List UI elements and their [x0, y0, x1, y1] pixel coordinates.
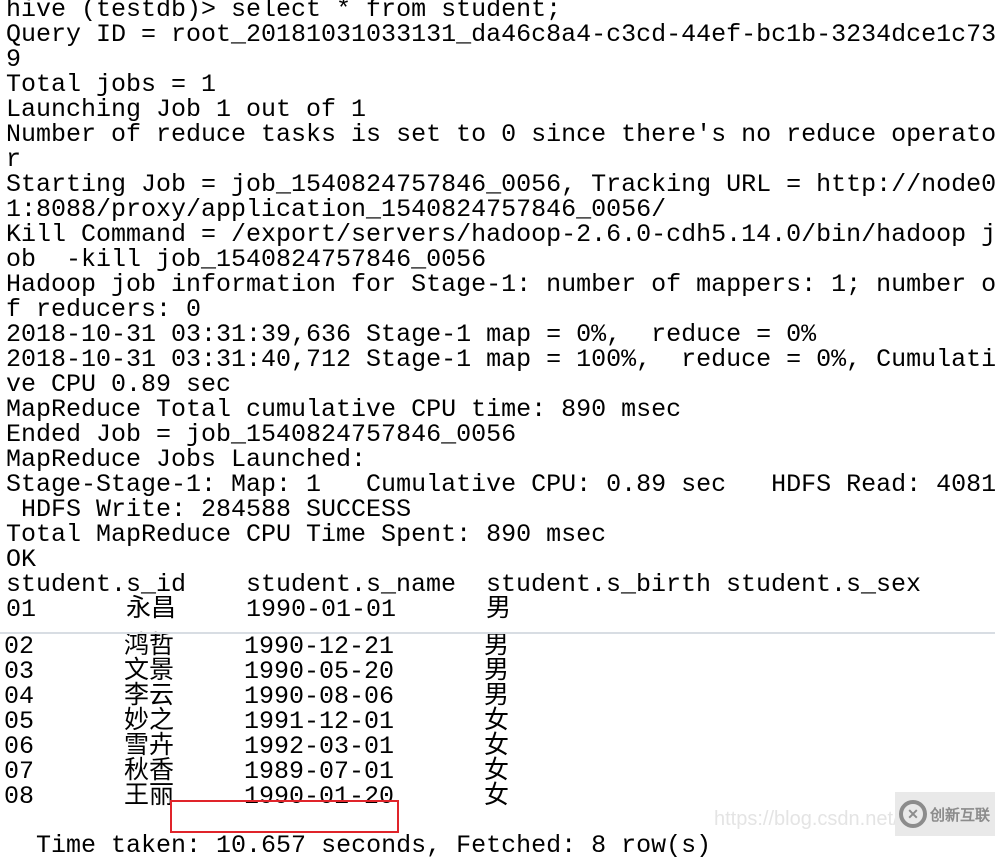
table-row: 04 李云 1990-08-06 男: [4, 684, 994, 709]
header-s-sex: student.s_sex: [726, 570, 922, 599]
terminal-line: HDFS Write: 284588 SUCCESS: [6, 495, 412, 524]
terminal-line: ve CPU 0.89 sec: [6, 370, 232, 399]
highlight-box: [170, 800, 399, 833]
terminal-line: 9: [6, 45, 22, 74]
header-s-birth: student.s_birth: [486, 570, 712, 599]
cell-id: 05: [4, 707, 35, 736]
cell-id: 08: [4, 782, 35, 811]
table-row: 08 王丽 1990-01-20 女: [4, 784, 994, 809]
terminal-line: MapReduce Total cumulative CPU time: 890…: [6, 395, 682, 424]
fetched-rows: , Fetched: 8 row(s): [426, 831, 712, 860]
terminal-line: Kill Command = /export/servers/hadoop-2.…: [6, 220, 995, 249]
cell-id: 02: [4, 632, 35, 661]
cell-birth: 1990-08-06: [244, 682, 395, 711]
terminal-line: 2018-10-31 03:31:39,636 Stage-1 map = 0%…: [6, 320, 817, 349]
terminal-line: Total jobs = 1: [6, 70, 217, 99]
table-row: 01 永昌 1990-01-01 男: [6, 597, 995, 622]
cell-id: 04: [4, 682, 35, 711]
terminal-line: Number of reduce tasks is set to 0 since…: [6, 120, 995, 149]
cell-id: 07: [4, 757, 35, 786]
time-taken-value: 10.657 seconds: [216, 831, 427, 860]
table-header: student.s_id student.s_name student.s_bi…: [6, 572, 995, 597]
cell-birth: 1990-12-21: [244, 632, 395, 661]
cell-sex: 男: [486, 595, 512, 624]
terminal-line: 2018-10-31 03:31:40,712 Stage-1 map = 10…: [6, 345, 995, 374]
window-divider: [0, 632, 995, 634]
terminal-line: OK: [6, 545, 37, 574]
terminal-line: hive (testdb)> select * from student;: [6, 0, 562, 24]
table-row: 02 鸿哲 1990-12-21 男: [4, 634, 994, 659]
terminal-line: Total MapReduce CPU Time Spent: 890 msec: [6, 520, 607, 549]
logo-text: 创新互联: [930, 805, 991, 824]
terminal-line: ob -kill job_1540824757846_0056: [6, 245, 487, 274]
cell-id: 03: [4, 657, 35, 686]
terminal-line: Launching Job 1 out of 1: [6, 95, 367, 124]
table-row: 05 妙之 1991-12-01 女: [4, 709, 994, 734]
cell-birth: 1990-01-01: [246, 595, 397, 624]
cell-sex: 女: [484, 782, 510, 811]
terminal-line: Query ID = root_20181031033131_da46c8a4-…: [6, 20, 995, 49]
cell-name: 秋香: [124, 757, 175, 786]
cell-birth: 1991-12-01: [244, 707, 395, 736]
cell-birth: 1989-07-01: [244, 757, 395, 786]
cell-sex: 女: [484, 757, 510, 786]
cell-name: 永昌: [126, 595, 177, 624]
cell-name: 王丽: [124, 782, 175, 811]
terminal-line: Hadoop job information for Stage-1: numb…: [6, 270, 995, 299]
table-row: 03 文景 1990-05-20 男: [4, 659, 994, 684]
cell-name: 文景: [124, 657, 175, 686]
cell-name: 李云: [124, 682, 175, 711]
logo-icon: ✕: [899, 800, 927, 828]
cell-id: 06: [4, 732, 35, 761]
terminal-line: 1:8088/proxy/application_1540824757846_0…: [6, 195, 667, 224]
watermark-logo: ✕ 创新互联: [895, 792, 995, 836]
table-row: 06 雪卉 1992-03-01 女: [4, 734, 994, 759]
terminal-line: Ended Job = job_1540824757846_0056: [6, 420, 517, 449]
header-s-id: student.s_id: [6, 570, 187, 599]
cell-sex: 女: [484, 707, 510, 736]
table-row: 07 秋香 1989-07-01 女: [4, 759, 994, 784]
time-taken-label: Time taken:: [36, 831, 217, 860]
terminal-line: Stage-Stage-1: Map: 1 Cumulative CPU: 0.…: [6, 470, 995, 499]
terminal-line: MapReduce Jobs Launched:: [6, 445, 367, 474]
terminal-output: hive (testdb)> select * from student; Que…: [6, 0, 995, 572]
cell-id: 01: [6, 595, 37, 624]
cell-sex: 男: [484, 657, 510, 686]
header-s-name: student.s_name: [246, 570, 457, 599]
cell-birth: 1990-05-20: [244, 657, 395, 686]
cell-sex: 男: [484, 632, 510, 661]
cell-name: 鸿哲: [124, 632, 175, 661]
cell-name: 雪卉: [124, 732, 175, 761]
cell-sex: 男: [484, 682, 510, 711]
cell-name: 妙之: [124, 707, 175, 736]
terminal-line: Starting Job = job_1540824757846_0056, T…: [6, 170, 995, 199]
cell-birth: 1992-03-01: [244, 732, 395, 761]
cell-sex: 女: [484, 732, 510, 761]
terminal-line: r: [6, 145, 22, 174]
terminal-line: f reducers: 0: [6, 295, 202, 324]
